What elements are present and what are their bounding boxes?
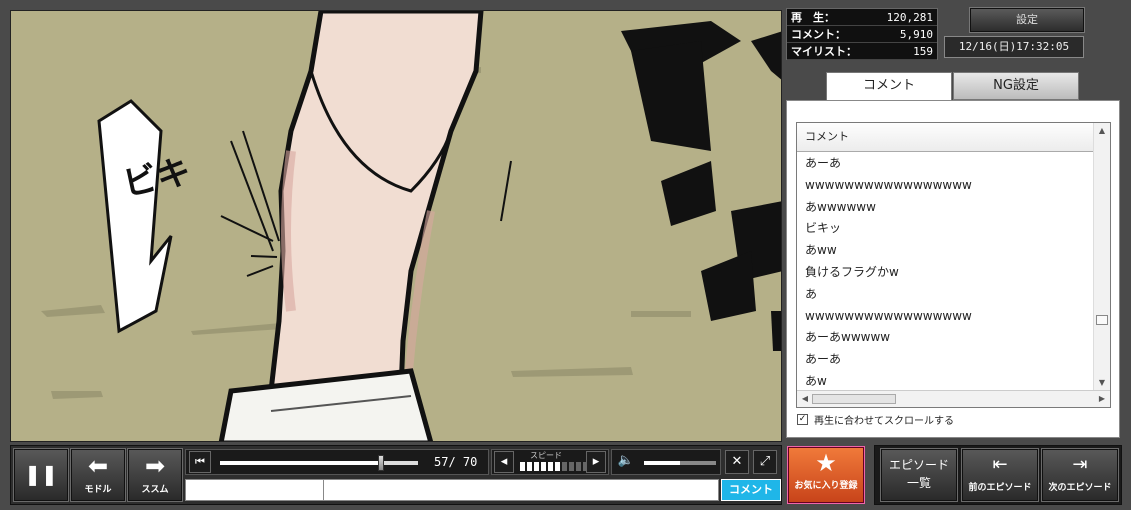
episode-list-label-line2: 一覧 (906, 476, 931, 490)
prev-episode-label: 前のエピソード (968, 483, 1032, 493)
mylist-value: 159 (913, 45, 933, 58)
speed-bar-segment (527, 462, 532, 471)
scroll-left-icon[interactable]: ◀ (797, 391, 813, 407)
fullscreen-icon[interactable]: ⤢ (753, 450, 777, 474)
next-episode-icon: ⇥ (1072, 454, 1088, 475)
volume-slider[interactable] (644, 461, 716, 465)
star-icon: ★ (815, 449, 837, 477)
speed-bar-segment (520, 462, 525, 471)
volume-control: 🔈 (611, 449, 721, 475)
views-label: 再 生： (791, 11, 835, 24)
arrow-left-icon: ⬅ (87, 452, 109, 480)
stats-panel: 再 生： 120,281 コメント： 5,910 マイリスト： 159 (786, 8, 938, 60)
speed-bar-segment (541, 462, 546, 471)
speed-bar-segment (548, 462, 553, 471)
comment-input[interactable] (185, 479, 719, 501)
back-label: モドル (84, 485, 112, 495)
sync-scroll-option[interactable]: ✓ 再生に合わせてスクロールする (797, 412, 954, 427)
comment-command-field[interactable] (186, 480, 324, 500)
next-episode-button[interactable]: ⇥ 次のエピソード (1041, 448, 1119, 502)
tab-ng-settings[interactable]: NG設定 (953, 72, 1079, 100)
speaker-icon[interactable]: 🔈 (615, 451, 637, 473)
list-item[interactable]: ビキッ (797, 218, 1093, 240)
speed-control: ◂ スピード ▸ (491, 449, 609, 475)
horizontal-scroll-thumb[interactable] (812, 394, 896, 404)
views-row: 再 生： 120,281 (787, 10, 937, 26)
episode-list-button[interactable]: エピソード 一覧 (880, 448, 958, 502)
scroll-up-icon[interactable]: ▲ (1094, 123, 1110, 139)
skip-to-start-icon[interactable]: ⏮ (189, 451, 211, 473)
comment-toggle-icon[interactable]: ✕ (725, 450, 749, 474)
speed-bar-segment (555, 462, 560, 471)
forward-button[interactable]: ➡ ススム (127, 448, 183, 502)
favorite-label: お気に入り登録 (794, 481, 858, 491)
prev-episode-button[interactable]: ⇤ 前のエピソード (961, 448, 1039, 502)
episode-navigation: エピソード 一覧 ⇤ 前のエピソード ⇥ 次のエピソード (874, 445, 1122, 505)
speed-bar-segment (562, 462, 567, 471)
episode-list-label-line1: エピソード (888, 458, 949, 472)
comment-panel: コメント あーあ wwwwwwwwwwwwwwwww あwwwwww ビキッ あ… (786, 100, 1120, 438)
comments-label: コメント： (791, 28, 846, 41)
comment-rows: あーあ wwwwwwwwwwwwwwwww あwwwwww ビキッ あww 負け… (797, 153, 1093, 391)
datetime-display: 12/16(日)17:32:05 (944, 36, 1084, 58)
list-item[interactable]: あーあwwwww (797, 327, 1093, 349)
speed-level[interactable] (520, 462, 588, 471)
views-value: 120,281 (886, 11, 933, 24)
mylist-row: マイリスト： 159 (787, 44, 937, 60)
pause-button[interactable]: ❚❚ (13, 448, 69, 502)
seek-time: 57/ 70 (434, 455, 478, 469)
volume-fill (644, 461, 680, 465)
control-bar: ❚❚ ⬅ モドル ➡ ススム ⏮ 57/ 70 ◂ スピード ▸ 🔈 ✕ ⤢ コ… (10, 445, 782, 505)
speed-down-icon[interactable]: ◂ (494, 451, 514, 473)
manga-frame: ビキ (11, 11, 781, 441)
prev-episode-icon: ⇤ (992, 454, 1008, 475)
comment-list[interactable]: コメント あーあ wwwwwwwwwwwwwwwww あwwwwww ビキッ あ… (796, 122, 1111, 408)
list-item[interactable]: あwwwwww (797, 197, 1093, 219)
settings-button[interactable]: 設定 (969, 7, 1085, 33)
comment-column-header[interactable]: コメント (797, 123, 1093, 152)
sync-scroll-label: 再生に合わせてスクロールする (814, 416, 954, 427)
sync-scroll-checkbox[interactable]: ✓ (797, 414, 808, 425)
comment-submit-button[interactable]: コメント (721, 479, 781, 501)
seek-bar: ⏮ 57/ 70 (185, 449, 489, 475)
video-player[interactable]: ビキ (10, 10, 782, 442)
favorite-button[interactable]: ★ お気に入り登録 (787, 446, 865, 504)
seek-fill (220, 461, 382, 465)
seek-track[interactable] (220, 455, 418, 471)
speed-label: スピード (530, 451, 562, 460)
vertical-scroll-thumb[interactable] (1096, 315, 1108, 325)
next-episode-label: 次のエピソード (1048, 483, 1112, 493)
list-item[interactable]: あww (797, 240, 1093, 262)
list-item[interactable]: あ (797, 284, 1093, 306)
list-item[interactable]: wwwwwwwwwwwwwwwww (797, 306, 1093, 328)
comments-value: 5,910 (899, 28, 933, 41)
list-item[interactable]: あーあ (797, 153, 1093, 175)
back-button[interactable]: ⬅ モドル (70, 448, 126, 502)
pause-icon: ❚❚ (24, 462, 58, 486)
tab-comment[interactable]: コメント (826, 72, 952, 101)
comments-row: コメント： 5,910 (787, 27, 937, 43)
vertical-scrollbar[interactable]: ▲ ▼ (1093, 123, 1110, 391)
list-item[interactable]: wwwwwwwwwwwwwwwww (797, 175, 1093, 197)
forward-label: ススム (141, 485, 169, 495)
seek-handle[interactable] (378, 455, 385, 471)
list-item[interactable]: あw (797, 371, 1093, 391)
scroll-right-icon[interactable]: ▶ (1094, 391, 1110, 407)
arrow-right-icon: ➡ (144, 452, 166, 480)
mylist-label: マイリスト： (791, 45, 857, 58)
speed-bar-segment (534, 462, 539, 471)
list-item[interactable]: あーあ (797, 349, 1093, 371)
speed-up-icon[interactable]: ▸ (586, 451, 606, 473)
list-item[interactable]: 負けるフラグかw (797, 262, 1093, 284)
scroll-down-icon[interactable]: ▼ (1094, 375, 1110, 391)
horizontal-scrollbar[interactable]: ◀ ▶ (797, 390, 1110, 407)
speed-bar-segment (576, 462, 581, 471)
speed-bar-segment (569, 462, 574, 471)
